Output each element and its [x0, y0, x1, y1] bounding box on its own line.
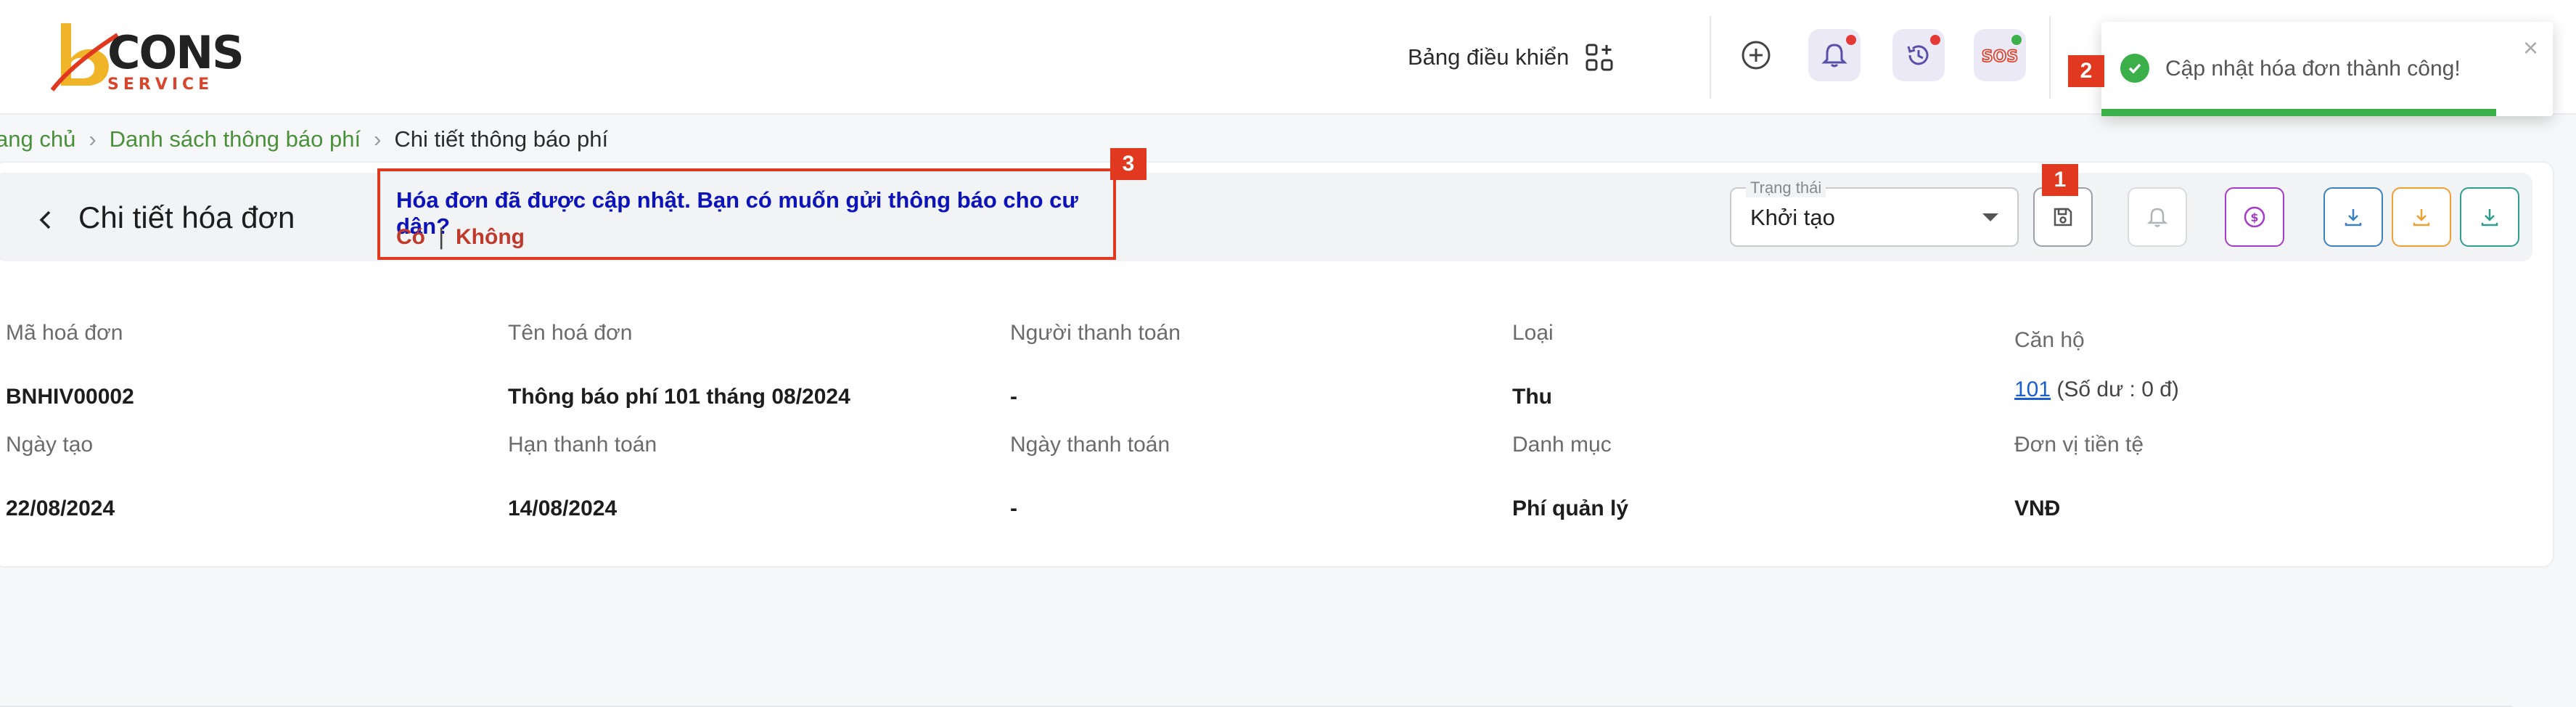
due-date-value: 14/08/2024 — [508, 496, 618, 520]
apartment-balance: (Số dư : 0 đ) — [2056, 377, 2179, 401]
invoice-name-value: Thông báo phí 101 tháng 08/2024 — [508, 385, 850, 409]
breadcrumb-current: Chi tiết thông báo phí — [394, 126, 609, 152]
header-divider-2 — [2049, 16, 2051, 99]
chevron-left-icon[interactable] — [35, 209, 57, 231]
created-date-value: 22/08/2024 — [6, 496, 115, 520]
category-value: Phí quản lý — [1512, 496, 1629, 520]
payment-button[interactable]: $ — [2225, 187, 2284, 247]
annotation-tag-3: 3 — [1110, 148, 1147, 180]
invoice-code-label: Mã hoá đơn — [6, 321, 123, 345]
chevron-down-icon — [1982, 213, 1998, 221]
svg-text:$: $ — [2250, 211, 2258, 224]
close-icon[interactable]: × — [2523, 35, 2538, 61]
bell-icon — [1821, 44, 1847, 68]
sos-button[interactable]: SOS — [1974, 29, 2026, 81]
invoice-code-value: BNHIV00002 — [6, 385, 134, 409]
notify-confirm-box: Hóa đơn đã được cập nhật. Bạn có muốn gử… — [377, 168, 1116, 260]
payer-label: Người thanh toán — [1010, 321, 1181, 345]
bell-outline-icon — [2146, 208, 2168, 227]
save-icon — [2054, 208, 2072, 226]
payer-value: - — [1010, 385, 1017, 409]
type-label: Loại — [1512, 321, 1554, 345]
paid-date-label: Ngày thanh toán — [1010, 433, 1170, 457]
breadcrumb-separator: › — [374, 126, 382, 152]
download-button-orange[interactable] — [2392, 187, 2451, 247]
confirm-no-button[interactable]: Không — [456, 225, 525, 250]
notification-dot — [1846, 35, 1856, 45]
currency-value: VNĐ — [2014, 496, 2061, 520]
sos-dot — [2011, 35, 2022, 45]
status-value: Khởi tạo — [1750, 205, 1835, 230]
logo-subtext: SERVICE — [107, 75, 214, 94]
apps-icon — [1586, 44, 1613, 71]
apartment-label: Căn hộ — [2014, 328, 2085, 352]
dashboard-label: Bảng điều khiển — [1408, 44, 1570, 70]
invoice-name-label: Tên hoá đơn — [508, 321, 633, 345]
header-divider — [1710, 16, 1711, 99]
add-button[interactable] — [1730, 29, 1782, 81]
logo-text: CONS — [107, 26, 245, 79]
plus-circle-icon — [1742, 41, 1771, 70]
history-button[interactable] — [1892, 29, 1945, 81]
annotation-tag-1: 1 — [2042, 164, 2078, 196]
send-notification-button[interactable] — [2128, 187, 2187, 247]
history-dot — [1930, 35, 1940, 45]
due-date-label: Hạn thanh toán — [508, 433, 657, 457]
history-icon — [1907, 45, 1929, 65]
breadcrumb-home[interactable]: ang chủ — [0, 126, 75, 152]
annotation-tag-2: 2 — [2068, 55, 2104, 87]
apartment-value: 101 (Số dư : 0 đ) — [2014, 377, 2179, 402]
page-title: Chi tiết hóa đơn — [78, 200, 295, 234]
logo[interactable]: CONS SERVICE — [45, 17, 245, 97]
save-button[interactable] — [2033, 187, 2093, 247]
download-icon — [2481, 209, 2498, 226]
sos-icon: SOS — [1981, 47, 2019, 66]
success-toast: Cập nhật hóa đơn thành công! × — [2101, 22, 2553, 116]
download-button-teal[interactable] — [2460, 187, 2519, 247]
breadcrumb: ang chủ › Danh sách thông báo phí › Chi … — [0, 126, 608, 152]
status-select[interactable]: Trạng thái Khởi tạo — [1730, 179, 2019, 247]
apartment-link[interactable]: 101 — [2014, 377, 2051, 401]
currency-label: Đơn vị tiền tệ — [2014, 433, 2144, 457]
confirm-separator: | — [438, 224, 445, 250]
svg-text:SOS: SOS — [1982, 48, 2018, 66]
confirm-yes-button[interactable]: Có — [396, 225, 425, 250]
status-label: Trạng thái — [1746, 179, 1826, 197]
notification-button[interactable] — [1808, 29, 1861, 81]
download-icon — [2413, 209, 2430, 226]
dashboard-link[interactable]: Bảng điều khiển — [1408, 36, 1614, 78]
breadcrumb-list[interactable]: Danh sách thông báo phí — [110, 126, 361, 152]
download-icon — [2345, 209, 2362, 226]
check-circle-icon — [2120, 54, 2149, 83]
paid-date-value: - — [1010, 496, 1017, 520]
type-value: Thu — [1512, 385, 1552, 409]
category-label: Danh mục — [1512, 433, 1612, 457]
download-button-blue[interactable] — [2323, 187, 2383, 247]
toast-message: Cập nhật hóa đơn thành công! — [2165, 57, 2461, 81]
breadcrumb-separator: › — [89, 126, 97, 152]
created-date-label: Ngày tạo — [6, 433, 94, 457]
dollar-icon: $ — [2244, 206, 2265, 228]
toast-progress — [2101, 109, 2497, 116]
